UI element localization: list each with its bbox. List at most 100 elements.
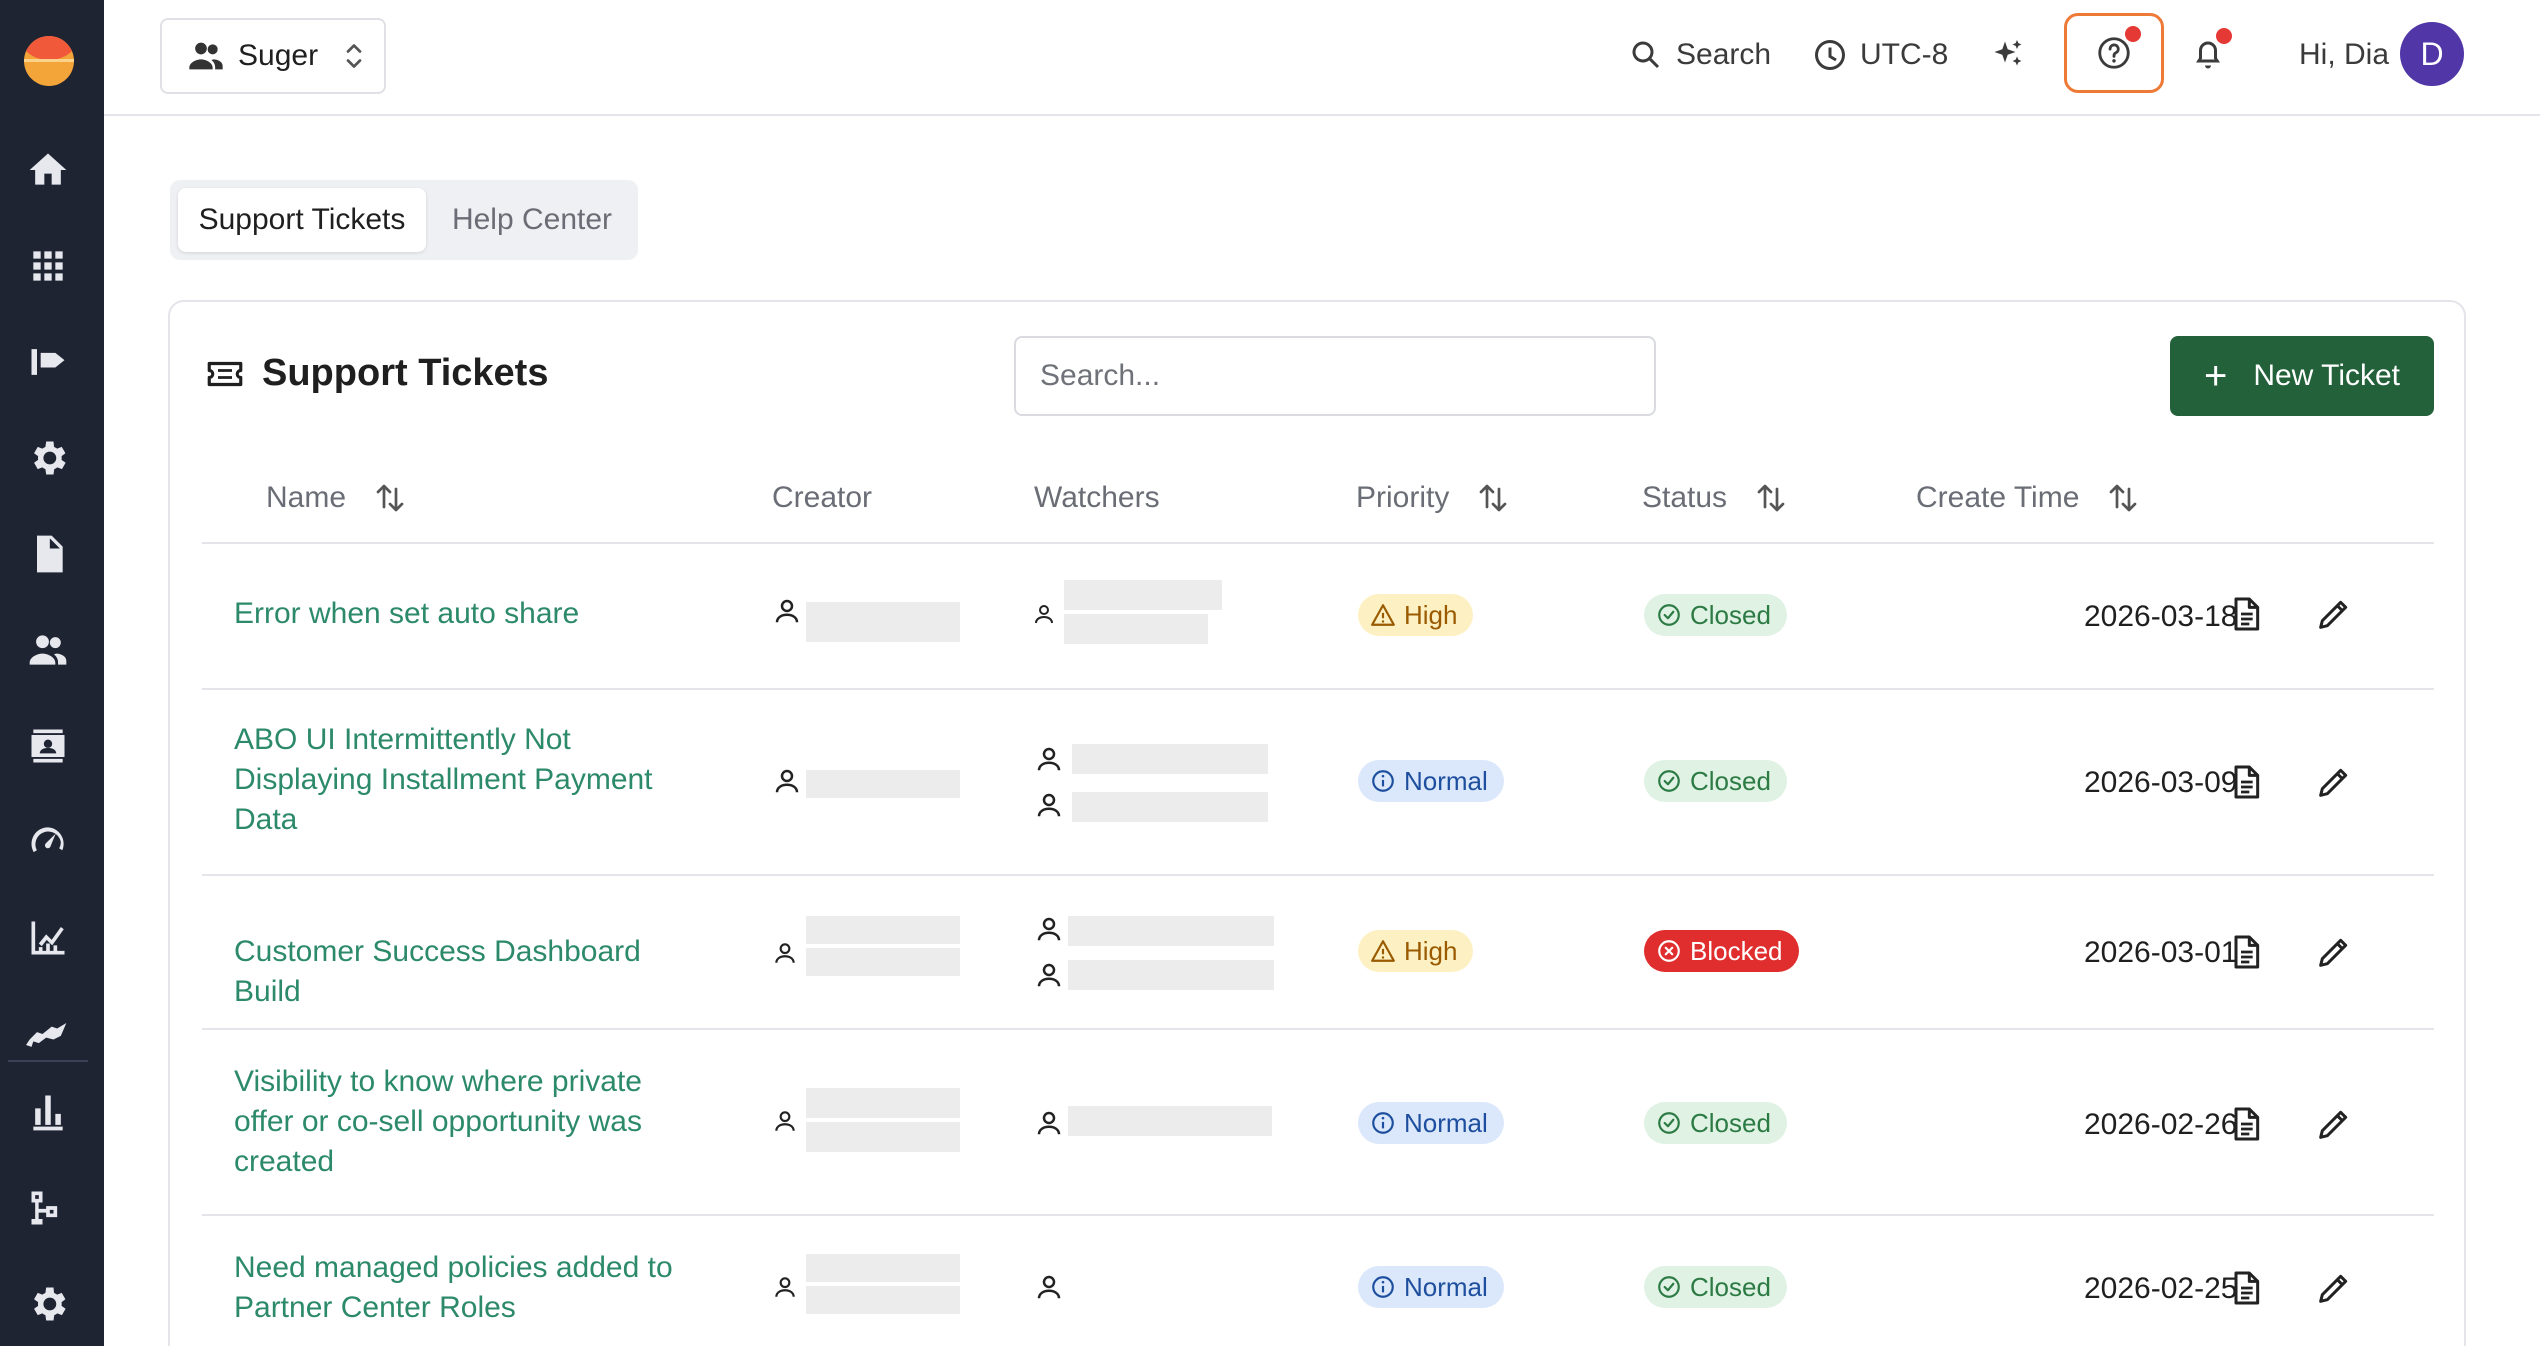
redacted-watcher [1072, 744, 1268, 774]
view-details-icon[interactable] [2226, 1104, 2266, 1144]
tab-help-center[interactable]: Help Center [432, 188, 632, 252]
create-time: 2026-03-01 [2084, 936, 2238, 969]
user-icon [1037, 917, 1061, 941]
table-row[interactable]: ABO UI Intermittently Not Displaying Ins… [202, 690, 2434, 874]
notifications-button[interactable] [2190, 28, 2232, 80]
tab-support-tickets[interactable]: Support Tickets [178, 188, 426, 252]
table-row[interactable]: Visibility to know where private offer o… [202, 1030, 2434, 1214]
edit-pencil-icon[interactable] [2314, 932, 2354, 972]
sort-icon[interactable] [1475, 480, 1511, 516]
redacted-watcher [1064, 614, 1208, 644]
apps-grid-icon[interactable] [24, 242, 72, 290]
edit-pencil-icon[interactable] [2314, 594, 2354, 634]
edit-pencil-icon[interactable] [2314, 1268, 2354, 1308]
create-time: 2026-03-09 [2084, 766, 2238, 799]
page-title: Support Tickets [262, 352, 549, 394]
search-input[interactable] [1014, 336, 1656, 416]
help-button[interactable] [2064, 13, 2164, 93]
ticket-name-link[interactable]: Visibility to know where private offer o… [234, 1062, 674, 1182]
handshake-icon[interactable] [24, 1010, 72, 1058]
column-header-watchers: Watchers [1034, 478, 1160, 518]
user-icon [775, 1277, 795, 1297]
priority-label: Normal [1404, 1271, 1488, 1302]
page-tabs: Support Tickets Help Center [170, 180, 638, 260]
table-row[interactable]: Customer Success Dashboard Build High Bl… [202, 876, 2434, 1028]
workflow-icon[interactable] [24, 1184, 72, 1232]
view-details-icon[interactable] [2226, 594, 2266, 634]
sidebar [0, 0, 104, 1346]
user-icon [1037, 793, 1061, 817]
new-ticket-button[interactable]: + New Ticket [2170, 336, 2434, 416]
redacted-creator [806, 1088, 960, 1118]
user-icon [1037, 963, 1061, 987]
table-row[interactable]: Need managed policies added to Partner C… [202, 1216, 2434, 1346]
people-icon[interactable] [24, 626, 72, 674]
view-details-icon[interactable] [2226, 1268, 2266, 1308]
column-label: Status [1642, 481, 1728, 514]
status-badge: Closed [1644, 1266, 1787, 1308]
sidebar-divider [8, 1060, 88, 1062]
priority-badge: Normal [1358, 1266, 1504, 1308]
listing-icon[interactable] [24, 338, 72, 386]
info-icon [1372, 1276, 1394, 1298]
contact-card-icon[interactable] [24, 722, 72, 770]
redacted-watcher [1072, 792, 1268, 822]
team-icon [189, 42, 223, 70]
redacted-watcher [1068, 916, 1274, 946]
global-search-button[interactable]: Search [1628, 30, 1771, 80]
chevron-up-down-icon [346, 44, 362, 68]
view-details-icon[interactable] [2226, 932, 2266, 972]
status-badge: Closed [1644, 1102, 1787, 1144]
org-switcher[interactable]: Suger [160, 18, 386, 94]
column-label: Watchers [1034, 481, 1160, 514]
help-notification-dot [2125, 26, 2141, 42]
tickets-card: Support Tickets + New Ticket Name Creato… [168, 300, 2466, 1346]
column-header-priority[interactable]: Priority [1356, 478, 1511, 518]
settings-gear-icon[interactable] [24, 434, 72, 482]
document-icon[interactable] [24, 530, 72, 578]
ticket-name-link[interactable]: Need managed policies added to Partner C… [234, 1248, 674, 1328]
column-header-status[interactable]: Status [1642, 478, 1789, 518]
sort-icon[interactable] [2105, 480, 2141, 516]
avatar[interactable]: D [2400, 22, 2464, 86]
edit-pencil-icon[interactable] [2314, 1104, 2354, 1144]
x-circle-icon [1658, 940, 1680, 962]
check-circle-icon [1658, 604, 1680, 626]
timezone-label: UTC-8 [1860, 38, 1949, 71]
priority-label: High [1404, 599, 1458, 630]
create-time: 2026-03-18 [2084, 600, 2238, 633]
user-icon [775, 1111, 795, 1131]
column-header-create-time[interactable]: Create Time [1916, 478, 2141, 518]
column-label: Create Time [1916, 481, 2080, 514]
sparkle-icon [1994, 40, 2022, 66]
ticket-name-link[interactable]: ABO UI Intermittently Not Displaying Ins… [234, 720, 674, 840]
status-label: Blocked [1690, 935, 1783, 966]
check-circle-icon [1658, 770, 1680, 792]
analytics-chart-icon[interactable] [24, 914, 72, 962]
edit-pencil-icon[interactable] [2314, 762, 2354, 802]
ticket-name-link[interactable]: Customer Success Dashboard Build [234, 932, 714, 1012]
table-row[interactable]: Error when set auto share High Closed 20… [202, 544, 2434, 688]
timezone-selector[interactable]: UTC-8 [1812, 30, 1948, 80]
ai-assistant-button[interactable] [1990, 30, 2026, 80]
sort-icon[interactable] [372, 480, 408, 516]
home-icon[interactable] [24, 146, 72, 194]
search-icon [1632, 41, 1660, 69]
plus-icon: + [2203, 353, 2228, 398]
app-logo[interactable] [24, 36, 74, 86]
ticket-name-link[interactable]: Error when set auto share [234, 594, 714, 634]
status-label: Closed [1690, 765, 1771, 796]
settings-icon[interactable] [24, 1280, 72, 1328]
speedometer-icon[interactable] [24, 818, 72, 866]
column-header-name[interactable]: Name [266, 478, 408, 518]
sort-icon[interactable] [1753, 480, 1789, 516]
clock-icon [1815, 40, 1845, 70]
status-badge: Blocked [1644, 930, 1799, 972]
priority-badge: Normal [1358, 1102, 1504, 1144]
priority-label: High [1404, 935, 1458, 966]
org-name: Suger [238, 39, 319, 72]
view-details-icon[interactable] [2226, 762, 2266, 802]
redacted-creator [806, 916, 960, 944]
bar-chart-icon[interactable] [24, 1088, 72, 1136]
search-label: Search [1676, 38, 1772, 71]
